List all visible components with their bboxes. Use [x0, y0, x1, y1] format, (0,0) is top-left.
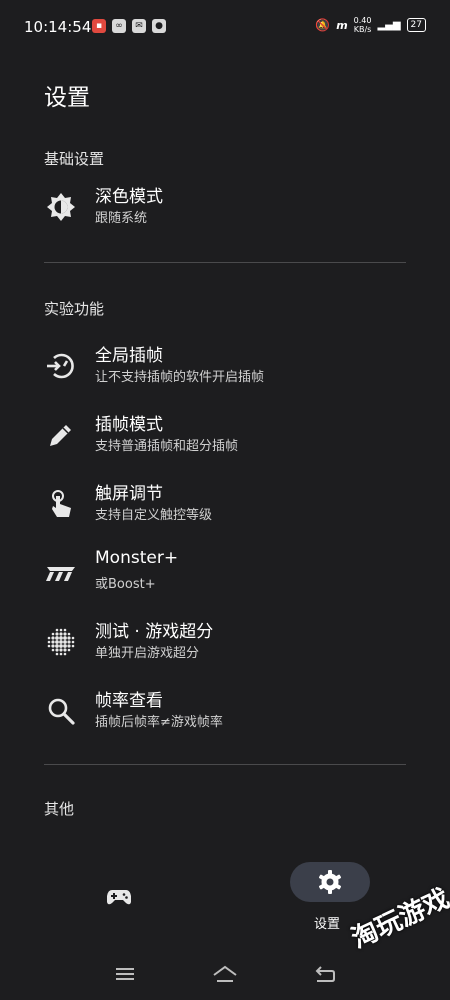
- setting-monster-plus[interactable]: Monster+ 或Boost+: [44, 548, 414, 598]
- chat-icon: ●: [152, 19, 166, 33]
- back-button[interactable]: [311, 960, 339, 988]
- setting-subtitle: 支持自定义触控等级: [95, 508, 213, 523]
- pencil-icon: [44, 418, 78, 452]
- battery-icon: 27: [406, 18, 426, 32]
- monster-icon: m: [336, 18, 348, 32]
- setting-subtitle: 让不支持插帧的软件开启插帧: [95, 370, 265, 385]
- back-icon: [315, 966, 335, 982]
- menu-icon: [116, 968, 134, 980]
- setting-interpolation-mode[interactable]: 插帧模式 支持普通插帧和超分插帧: [44, 410, 414, 460]
- network-speed: 0.40 KB/s: [353, 16, 372, 34]
- status-right: 🔕 m 0.40 KB/s ▂▄▆ 27: [315, 16, 426, 34]
- setting-global-interpolation[interactable]: 全局插帧 让不支持插帧的软件开启插帧: [44, 341, 414, 391]
- setting-title: 全局插帧: [95, 346, 163, 366]
- search-icon: [44, 694, 78, 728]
- brightness-icon: [44, 190, 78, 224]
- divider: [44, 262, 406, 263]
- mail-icon: ✉: [132, 19, 146, 33]
- setting-game-super-resolution[interactable]: 测试 · 游戏超分 单独开启游戏超分: [44, 617, 414, 667]
- setting-title: 测试 · 游戏超分: [95, 622, 214, 642]
- status-time: 10:14:54: [24, 18, 92, 36]
- monster-icon: [44, 556, 78, 590]
- setting-title: 触屏调节: [95, 484, 163, 504]
- nav-games-tab[interactable]: [104, 882, 134, 912]
- setting-title: 插帧模式: [95, 415, 163, 435]
- divider: [44, 764, 406, 765]
- setting-title: 帧率查看: [95, 691, 163, 711]
- status-bar: 10:14:54 ▪ ∞ ✉ ● 🔕 m 0.40 KB/s ▂▄▆ 27: [0, 0, 450, 58]
- section-other: 其他: [44, 800, 75, 818]
- home-icon: [213, 965, 237, 982]
- nav-settings-label: 设置: [314, 917, 341, 932]
- setting-subtitle: 支持普通插帧和超分插帧: [95, 439, 239, 454]
- notification-icons: ▪ ∞ ✉ ●: [92, 19, 166, 33]
- setting-subtitle: 或Boost+: [95, 577, 156, 592]
- system-nav-bar: [0, 952, 450, 1000]
- setting-dark-mode[interactable]: 深色模式 跟随系统: [44, 182, 414, 232]
- page-title: 设置: [44, 85, 90, 111]
- section-basic-settings: 基础设置: [44, 150, 105, 168]
- home-button[interactable]: [211, 960, 239, 988]
- notification-app-icon: ▪: [92, 19, 106, 33]
- mute-icon: 🔕: [315, 18, 331, 32]
- setting-frame-rate-view[interactable]: 帧率查看 插帧后帧率≠游戏帧率: [44, 686, 414, 736]
- nav-settings-tab[interactable]: [290, 862, 370, 902]
- setting-subtitle: 插帧后帧率≠游戏帧率: [95, 715, 223, 730]
- gamepad-icon: [107, 890, 131, 905]
- setting-title: 深色模式: [95, 187, 163, 207]
- setting-title: Monster+: [95, 548, 179, 568]
- touch-icon: [44, 487, 78, 521]
- section-experimental: 实验功能: [44, 300, 105, 318]
- signal-icon: ▂▄▆: [377, 19, 401, 31]
- setting-touch-adjust[interactable]: 触屏调节 支持自定义触控等级: [44, 479, 414, 529]
- menu-button[interactable]: [111, 960, 139, 988]
- gear-icon: [318, 870, 342, 894]
- timer-icon: [44, 349, 78, 383]
- dots-grid-icon: [44, 625, 78, 659]
- setting-subtitle: 跟随系统: [95, 211, 148, 226]
- setting-subtitle: 单独开启游戏超分: [95, 646, 200, 661]
- sync-icon: ∞: [112, 19, 126, 33]
